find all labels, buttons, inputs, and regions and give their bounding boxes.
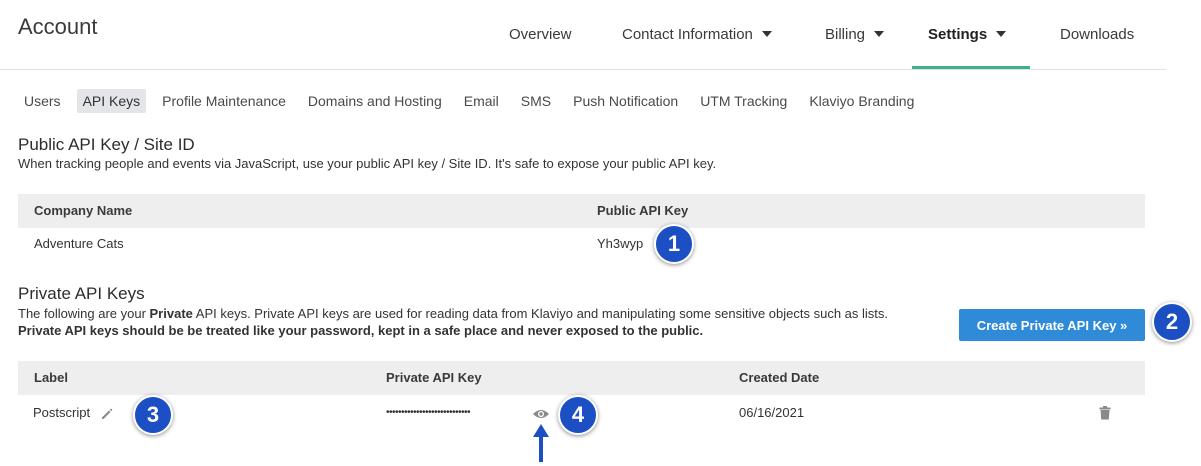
annotation-badge-1: 1 <box>654 224 694 264</box>
column-header-company-name: Company Name <box>34 203 133 218</box>
private-api-key-masked: •••••••••••••••••••••••••••• <box>386 407 471 418</box>
trash-icon[interactable] <box>1099 406 1111 420</box>
subnav-push-notification[interactable]: Push Notification <box>567 89 684 113</box>
subnav-klaviyo-branding[interactable]: Klaviyo Branding <box>803 89 920 113</box>
company-name-cell: Adventure Cats <box>34 236 124 251</box>
column-header-public-api-key: Public API Key <box>597 203 689 218</box>
page-title: Account <box>18 14 98 39</box>
top-navigation-bar: Account Overview Contact Information Bil… <box>0 0 1166 70</box>
pencil-icon[interactable] <box>100 407 114 421</box>
key-label-cell: Postscript <box>33 405 91 420</box>
column-header-label: Label <box>34 370 68 385</box>
create-private-api-key-button[interactable]: Create Private API Key » <box>959 309 1145 341</box>
public-api-key-value[interactable]: Yh3wyp <box>597 227 643 261</box>
nav-overview[interactable]: Overview <box>509 0 572 69</box>
eye-icon[interactable] <box>532 408 550 420</box>
nav-downloads-label: Downloads <box>1060 26 1135 43</box>
table-row: Adventure Cats Yh3wyp <box>18 227 1145 261</box>
subnav-profile-maintenance[interactable]: Profile Maintenance <box>156 89 292 113</box>
public-keys-table-header: Company Name Public API Key <box>18 194 1145 228</box>
subnav-users[interactable]: Users <box>18 89 67 113</box>
subnav-api-keys[interactable]: API Keys <box>76 89 147 113</box>
nav-settings[interactable]: Settings <box>928 0 1007 69</box>
desc-text: The following are your <box>18 306 150 321</box>
column-header-private-api-key: Private API Key <box>386 370 482 385</box>
public-api-key-title: Public API Key / Site ID <box>18 135 195 154</box>
desc-text: API keys. Private API keys are used for … <box>192 306 889 321</box>
subnav-sms[interactable]: SMS <box>515 89 557 113</box>
column-header-created-date: Created Date <box>739 370 820 385</box>
nav-downloads[interactable]: Downloads <box>1060 0 1134 69</box>
subnav-domains-and-hosting[interactable]: Domains and Hosting <box>302 89 448 113</box>
desc-warning: Private API keys should be be treated li… <box>18 323 704 338</box>
annotation-badge-4: 4 <box>558 395 598 435</box>
annotation-badge-3: 3 <box>133 395 173 435</box>
active-tab-indicator <box>912 66 1030 69</box>
private-keys-table-header: Label Private API Key Created Date <box>18 361 1145 395</box>
private-api-keys-description: The following are your Private API keys.… <box>18 305 948 339</box>
desc-bold-private: Private <box>149 306 193 321</box>
settings-subnav: Users API Keys Profile Maintenance Domai… <box>18 89 930 113</box>
public-api-key-description: When tracking people and events via Java… <box>18 156 717 171</box>
annotation-badge-2: 2 <box>1152 302 1192 342</box>
arrow-up-icon <box>533 424 549 462</box>
subnav-email[interactable]: Email <box>458 89 505 113</box>
caret-down-icon <box>874 30 885 37</box>
created-date-cell: 06/16/2021 <box>739 405 805 420</box>
private-api-keys-title: Private API Keys <box>18 284 145 303</box>
nav-settings-label: Settings <box>928 26 988 43</box>
nav-contact-information[interactable]: Contact Information <box>622 0 772 69</box>
nav-billing-label: Billing <box>825 26 866 43</box>
nav-contact-information-label: Contact Information <box>622 26 753 43</box>
subnav-utm-tracking[interactable]: UTM Tracking <box>694 89 793 113</box>
caret-down-icon <box>996 30 1007 37</box>
nav-billing[interactable]: Billing <box>825 0 885 69</box>
nav-overview-label: Overview <box>509 26 572 43</box>
caret-down-icon <box>761 30 772 37</box>
